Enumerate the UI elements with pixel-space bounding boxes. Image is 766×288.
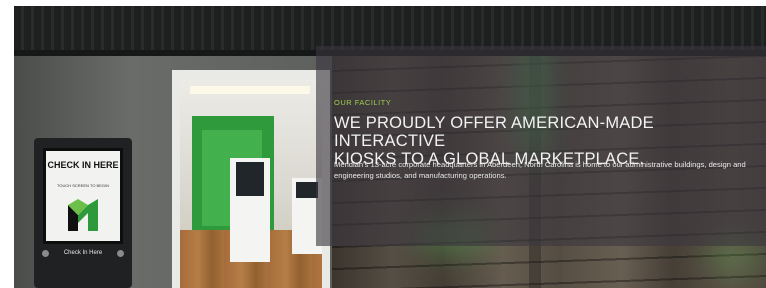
ceiling-light <box>190 86 310 94</box>
kiosk-button-icon <box>117 250 124 257</box>
check-in-kiosk: CHECK IN HERE TOUCH SCREEN TO BEGIN Chec… <box>34 138 132 288</box>
section-body: Meridian's 13-acre corporate headquarter… <box>334 160 746 180</box>
showroom <box>180 80 322 288</box>
showroom-kiosk <box>230 158 270 262</box>
kiosk-screen: CHECK IN HERE TOUCH SCREEN TO BEGIN <box>43 148 123 244</box>
kiosk-screen-subtext: TOUCH SCREEN TO BEGIN <box>56 183 109 188</box>
kiosk-screen <box>296 182 318 198</box>
meridian-logo-icon <box>68 199 98 231</box>
kiosk-screen <box>236 162 264 196</box>
kiosk-screen-heading: CHECK IN HERE <box>47 160 119 170</box>
section-eyebrow: OUR FACILITY <box>334 98 392 107</box>
